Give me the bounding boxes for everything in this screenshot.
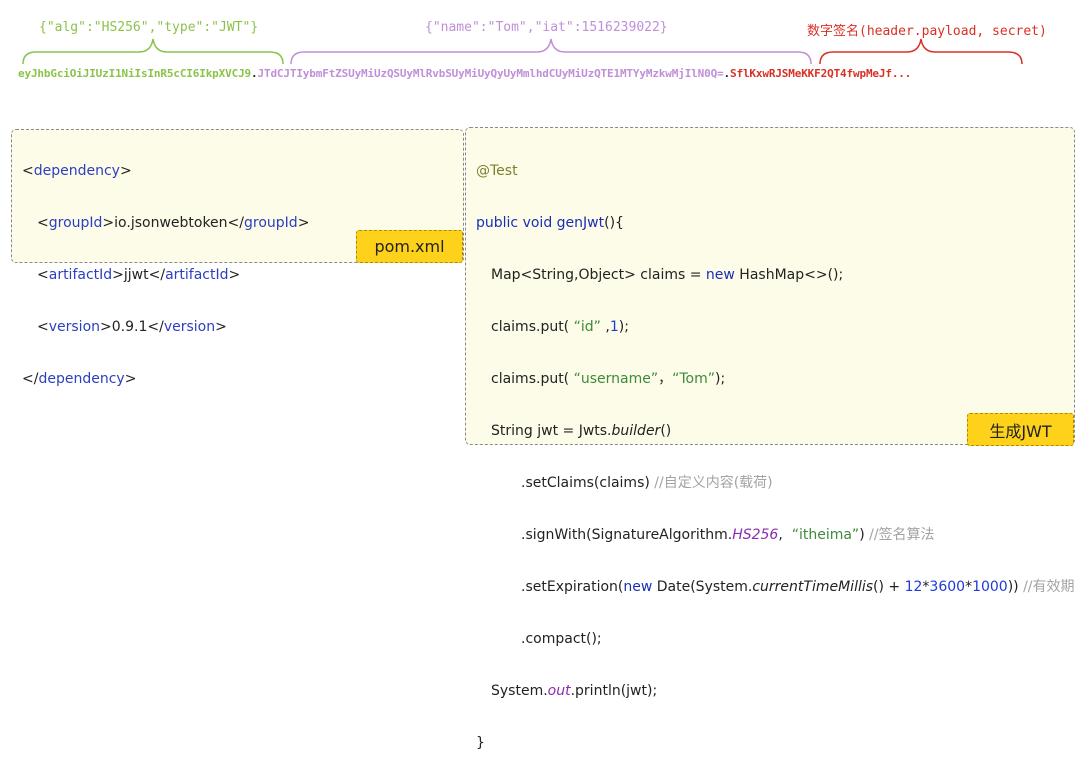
pom-xml-label: pom.xml (356, 230, 463, 263)
code-line: </dependency> (22, 371, 137, 387)
code-line: <artifactId>jjwt</artifactId> (37, 267, 241, 283)
code-line: .signWith(SignatureAlgorithm.HS256, “ith… (521, 527, 935, 543)
payload-brace (290, 38, 812, 65)
pom-code: <dependency> <groupId>io.jsonwebtoken</g… (22, 132, 309, 418)
header-brace (22, 38, 284, 65)
code-line: public void genJwt(){ (476, 215, 624, 231)
code-line: <version>0.9.1</version> (37, 319, 227, 335)
code-line: @Test (476, 163, 518, 179)
jwt-token-string: eyJhbGciOiJIUzI1NiIsInR5cCI6IkpXVCJ9.JTd… (18, 67, 911, 80)
signature-formula-label: 数字签名(header.payload, secret) (807, 24, 1047, 39)
payload-json-label: {"name":"Tom","iat":1516239022} (425, 20, 668, 35)
code-line: .setExpiration(new Date(System.currentTi… (521, 579, 1075, 595)
code-line: } (476, 735, 485, 751)
jwt-payload-part: JTdCJTIybmFtZSUyMiUzQSUyMlRvbSUyMiUyQyUy… (257, 67, 724, 80)
code-line: <groupId>io.jsonwebtoken</groupId> (37, 215, 310, 231)
code-line: claims.put( “username”，“Tom”); (491, 371, 726, 387)
gen-jwt-label: 生成JWT (967, 413, 1074, 446)
gen-jwt-code: @Test public void genJwt(){ Map<String,O… (476, 132, 1075, 782)
code-line: <dependency> (22, 163, 132, 179)
header-json-label: {"alg":"HS256","type":"JWT"} (39, 20, 259, 35)
code-line: .setClaims(claims) //自定义内容(载荷) (521, 475, 773, 491)
jwt-signature-part: SflKxwRJSMeKKF2QT4fwpMeJf... (730, 67, 912, 80)
code-line: .compact(); (521, 631, 602, 647)
signature-brace (819, 38, 1023, 65)
jwt-header-part: eyJhbGciOiJIUzI1NiIsInR5cCI6IkpXVCJ9 (18, 67, 252, 80)
code-line: claims.put( “id” ,1); (491, 319, 629, 335)
code-line: Map<String,Object> claims = new HashMap<… (491, 267, 844, 283)
code-line: System.out.println(jwt); (491, 683, 658, 699)
